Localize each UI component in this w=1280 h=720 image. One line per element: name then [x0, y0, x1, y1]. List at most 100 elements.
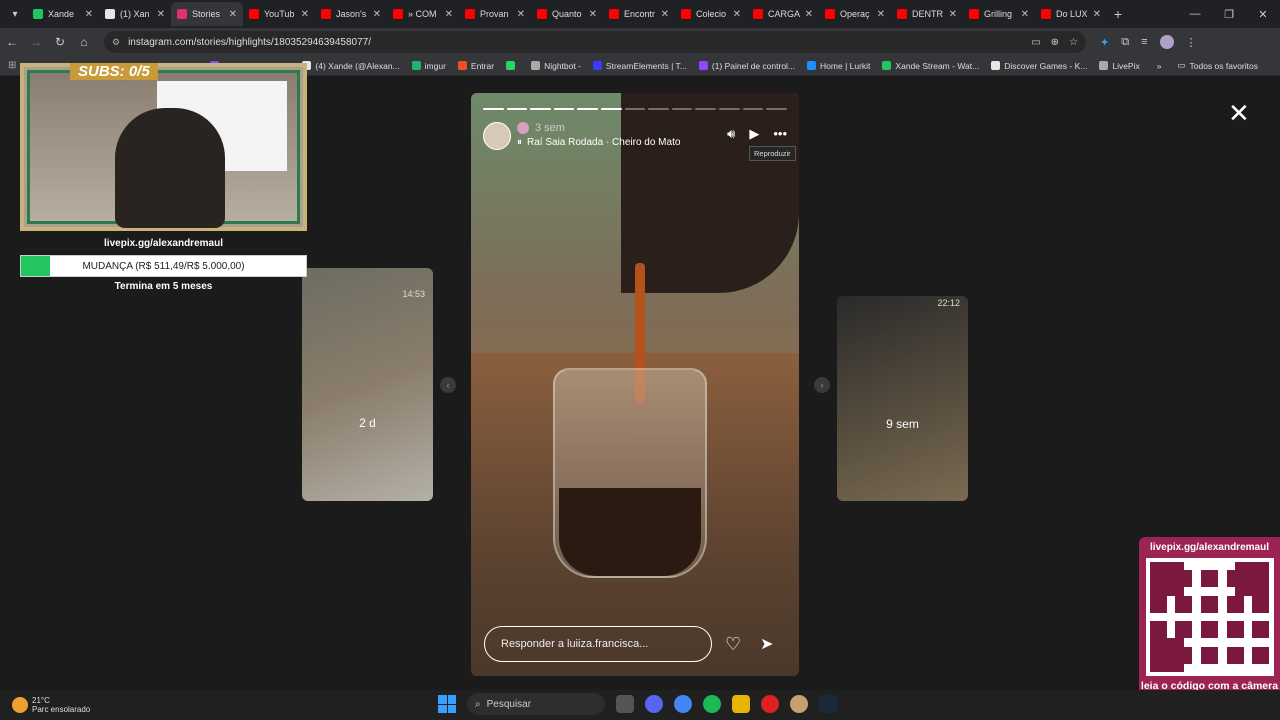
previous-arrow-icon[interactable]: ‹	[440, 377, 456, 393]
bookmark-item[interactable]: StreamElements | T...	[592, 61, 687, 71]
more-options-icon[interactable]: •••	[773, 126, 787, 142]
highlight-avatar[interactable]	[517, 122, 529, 134]
browser-tab[interactable]: Encontr ✕	[603, 2, 675, 26]
reply-input[interactable]: Responder a luiiza.francisca...	[484, 626, 712, 662]
menu-kebab-icon[interactable]: ⋮	[1186, 36, 1197, 49]
tab-close-icon[interactable]: ✕	[1021, 9, 1029, 20]
tab-close-icon[interactable]: ✕	[589, 9, 597, 20]
tab-close-icon[interactable]: ✕	[661, 9, 669, 20]
site-info-icon[interactable]: ⚙	[112, 37, 120, 48]
zoom-icon[interactable]: ⊕	[1051, 37, 1059, 48]
extensions-puzzle-icon[interactable]: ⧉	[1121, 36, 1129, 49]
browser-tab[interactable]: » COM ✕	[387, 2, 459, 26]
reload-button[interactable]: ↻	[48, 35, 72, 49]
tab-close-icon[interactable]: ✕	[733, 9, 741, 20]
browser-tab[interactable]: Jason's ✕	[315, 2, 387, 26]
youtube-music-icon[interactable]	[761, 695, 779, 713]
tab-favicon	[753, 9, 763, 19]
bookmark-item[interactable]: Nightbot -	[531, 61, 581, 71]
browser-tab[interactable]: CARGA ✕	[747, 2, 819, 26]
tab-close-icon[interactable]: ✕	[1093, 9, 1101, 20]
chrome-icon[interactable]	[674, 695, 692, 713]
start-windows-icon[interactable]	[438, 695, 456, 713]
address-bar[interactable]: ⚙ instagram.com/stories/highlights/18035…	[104, 31, 1086, 53]
tab-favicon	[393, 9, 403, 19]
taskbar-search[interactable]: ⌕ Pesquisar	[467, 693, 605, 715]
maximize-button[interactable]: ❐	[1212, 8, 1246, 21]
play-tooltip: Reproduzir	[749, 146, 796, 161]
app-icon[interactable]	[790, 695, 808, 713]
tab-close-icon[interactable]: ✕	[805, 9, 813, 20]
volume-icon[interactable]: 🔊︎	[727, 126, 735, 142]
forward-button[interactable]: →	[24, 35, 48, 49]
browser-tab[interactable]: Grilling ✕	[963, 2, 1035, 26]
close-story-button[interactable]: ✕	[1228, 100, 1250, 126]
all-bookmarks-folder[interactable]: ▭ Todos os favoritos	[1177, 60, 1258, 71]
like-heart-icon[interactable]: ♡	[725, 634, 741, 655]
windows-taskbar: 21°C Parc ensolarado ⌕ Pesquisar	[0, 690, 1280, 720]
tab-close-icon[interactable]: ✕	[373, 9, 381, 20]
spotify-icon[interactable]	[703, 695, 721, 713]
bookmark-item[interactable]: imgur	[411, 61, 446, 71]
install-app-icon[interactable]: ▭	[1031, 37, 1040, 48]
send-icon[interactable]: ➤	[760, 634, 773, 654]
bookmark-item[interactable]: Entrar	[457, 61, 494, 71]
profile-avatar[interactable]	[1159, 35, 1174, 49]
bookmark-item[interactable]: LivePix	[1099, 61, 1140, 71]
bookmark-item[interactable]: (1) Painel de control...	[698, 61, 795, 71]
browser-tab[interactable]: DENTR ✕	[891, 2, 963, 26]
bookmark-item[interactable]: Home | Lurkit	[807, 61, 870, 71]
extension-icon[interactable]: ✦	[1100, 36, 1109, 49]
story-author-avatar[interactable]	[483, 122, 511, 150]
tab-search-button[interactable]: ▾	[3, 4, 27, 24]
browser-tab[interactable]: Provan ✕	[459, 2, 531, 26]
bookmark-item[interactable]	[506, 61, 519, 71]
file-explorer-icon[interactable]	[732, 695, 750, 713]
browser-tab[interactable]: Operaç ✕	[819, 2, 891, 26]
qr-code	[1145, 558, 1274, 676]
progress-segment	[742, 108, 764, 110]
music-title[interactable]: Raí Saia Rodada · Cheiro do Mato	[527, 137, 680, 148]
bookmarks-overflow-icon[interactable]: »	[1157, 61, 1162, 71]
browser-tab[interactable]: Stories ✕	[171, 2, 243, 26]
discord-icon[interactable]	[645, 695, 663, 713]
bookmark-item[interactable]: Xande Stream - Wat...	[882, 61, 979, 71]
play-icon[interactable]: ▶	[749, 126, 759, 142]
bookmark-label: Nightbot -	[544, 60, 581, 71]
tab-close-icon[interactable]: ✕	[517, 9, 525, 20]
tab-close-icon[interactable]: ✕	[949, 9, 957, 20]
steam-icon[interactable]	[819, 695, 837, 713]
task-view-icon[interactable]	[616, 695, 634, 713]
new-tab-button[interactable]: +	[1107, 6, 1129, 22]
home-button[interactable]: ⌂	[72, 35, 96, 49]
browser-tab[interactable]: Colecio ✕	[675, 2, 747, 26]
tab-close-icon[interactable]: ✕	[157, 9, 165, 20]
bookmark-star-icon[interactable]: ☆	[1069, 37, 1078, 48]
tab-groups-icon[interactable]: ≡	[1141, 36, 1147, 48]
current-story[interactable]: 3 sem ⏸ Raí Saia Rodada · Cheiro do Mato…	[471, 93, 799, 676]
progress-segment	[671, 108, 693, 110]
minimize-button[interactable]: —	[1178, 8, 1212, 21]
browser-tab[interactable]: Quanto ✕	[531, 2, 603, 26]
browser-tab[interactable]: (1) Xan ✕	[99, 2, 171, 26]
next-arrow-icon[interactable]: ›	[814, 377, 830, 393]
bookmark-item[interactable]: Discover Games - K...	[991, 61, 1087, 71]
tab-favicon	[321, 9, 331, 19]
previous-story-preview[interactable]: 14:53 2 d	[302, 268, 433, 501]
next-story-preview[interactable]: 22:12 9 sem	[837, 296, 968, 501]
tab-close-icon[interactable]: ✕	[85, 9, 93, 20]
tab-close-icon[interactable]: ✕	[229, 9, 237, 20]
weather-sun-icon	[12, 697, 28, 713]
tab-close-icon[interactable]: ✕	[301, 9, 309, 20]
progress-segment	[695, 108, 717, 110]
tab-close-icon[interactable]: ✕	[445, 9, 453, 20]
browser-tab[interactable]: Do LUX ✕	[1035, 2, 1107, 26]
browser-tab[interactable]: Xande ✕	[27, 2, 99, 26]
close-window-button[interactable]: ✕	[1246, 8, 1280, 21]
bookmark-item[interactable]: (4) Xande (@Alexan...	[302, 61, 400, 71]
browser-tab[interactable]: YouTub ✕	[243, 2, 315, 26]
streamer-figure	[115, 108, 225, 228]
back-button[interactable]: ←	[0, 35, 24, 49]
tab-close-icon[interactable]: ✕	[877, 9, 885, 20]
weather-widget[interactable]: 21°C Parc ensolarado	[12, 696, 90, 714]
